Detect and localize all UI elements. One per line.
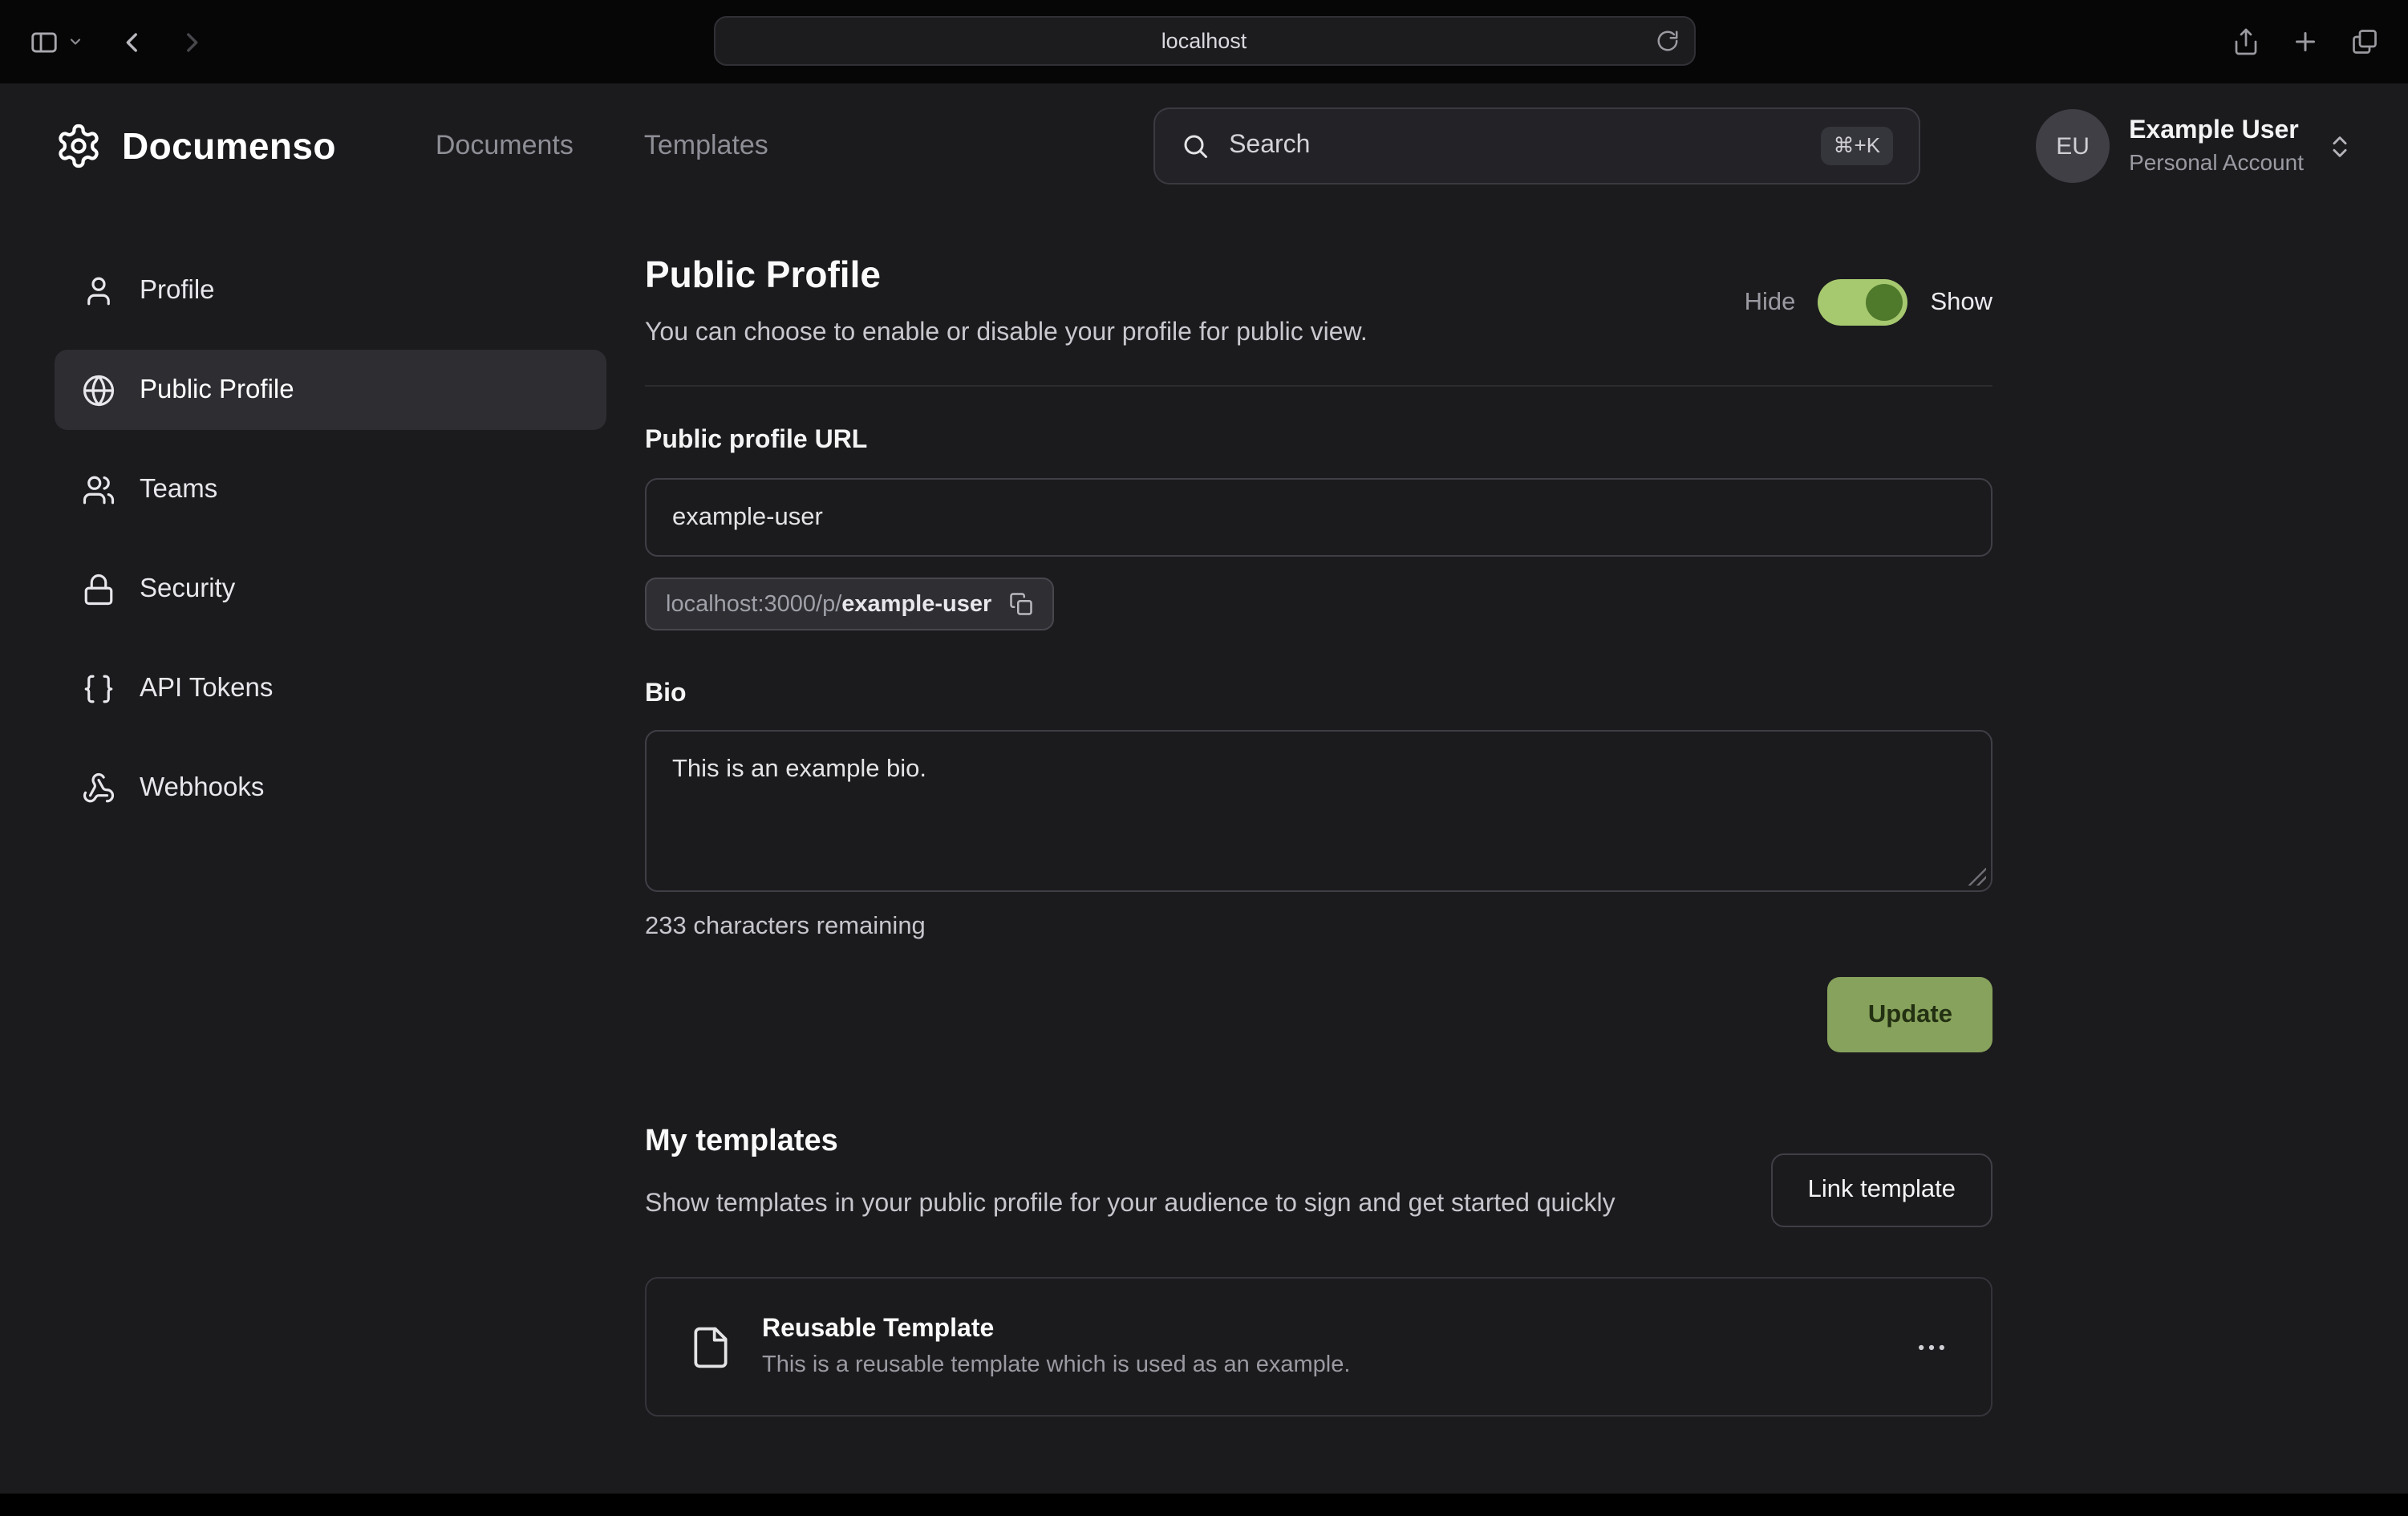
app-body: Profile Public Profile Teams [0,209,2408,1417]
lock-icon [82,572,116,606]
app-header: Documenso Documents Templates ⌘+K EU Exa… [0,83,2408,209]
avatar: EU [2036,109,2110,183]
bio-field-wrap: This is an example bio. [645,730,1992,892]
sidebar-item-label: Security [140,574,235,604]
search-input[interactable] [1229,132,1801,160]
browser-nav-controls [29,26,205,57]
window-bottom-edge [0,1494,2408,1516]
templates-description: Show templates in your public profile fo… [645,1184,1615,1226]
sidebar-item-label: Public Profile [140,375,294,405]
sidebar-item-webhooks[interactable]: Webhooks [55,748,606,828]
sidebar-item-label: Teams [140,474,217,505]
account-info: Example User Personal Account [2129,115,2304,177]
search-icon [1181,132,1210,160]
template-list-item: Reusable Template This is a reusable tem… [645,1277,1992,1417]
characters-remaining: 233 characters remaining [645,913,1992,942]
page-subtitle: You can choose to enable or disable your… [645,319,1368,348]
template-name: Reusable Template [762,1315,1350,1344]
sidebar-item-label: Webhooks [140,772,264,803]
my-templates-section: My templates Show templates in your publ… [645,1125,1992,1417]
webhook-icon [82,771,116,805]
sidebar-item-teams[interactable]: Teams [55,449,606,529]
user-icon [82,274,116,307]
sidebar-item-label: API Tokens [140,673,273,703]
page-heading-block: Public Profile You can choose to enable … [645,253,1368,348]
documenso-logo-icon [55,122,103,170]
link-template-button[interactable]: Link template [1771,1153,1992,1227]
sidebar-toggle-icon[interactable] [29,26,59,57]
back-button[interactable] [119,28,146,55]
share-icon[interactable] [2232,27,2260,56]
templates-heading-block: My templates Show templates in your publ… [645,1125,1615,1226]
settings-sidebar: Profile Public Profile Teams [55,209,606,1417]
visibility-toggle-group: Hide Show [1745,279,1992,326]
hide-label: Hide [1745,288,1796,317]
account-name: Example User [2129,115,2304,148]
sidebar-item-api-tokens[interactable]: API Tokens [55,648,606,728]
toggle-knob [1866,284,1903,321]
forward-button[interactable] [178,28,205,55]
sidebar-item-security[interactable]: Security [55,549,606,629]
chevron-down-icon[interactable] [67,34,83,50]
file-icon [688,1324,733,1369]
browser-window-controls [2232,27,2379,56]
address-url: localhost [1161,29,1247,53]
sidebar-item-label: Profile [140,275,215,306]
search-shortcut-badge: ⌘+K [1821,127,1894,165]
profile-url-preview[interactable]: localhost:3000/p/example-user [645,578,1054,630]
account-type: Personal Account [2129,148,2304,177]
public-profile-url-input[interactable] [645,478,1992,557]
nav-templates[interactable]: Templates [644,130,768,162]
braces-icon [82,671,116,705]
url-preview-text: localhost:3000/p/example-user [666,591,991,617]
bio-textarea[interactable]: This is an example bio. [645,730,1992,892]
template-description: This is a reusable template which is use… [762,1352,1350,1378]
screen: localhost Documenso [0,0,2408,1516]
profile-visibility-toggle[interactable] [1818,279,1907,326]
brand-name: Documenso [122,124,336,168]
public-profile-settings: Public Profile You can choose to enable … [645,209,1992,1417]
browser-chrome: localhost [0,0,2408,83]
divider [645,385,1992,387]
page-title: Public Profile [645,253,1368,297]
search-bar[interactable]: ⌘+K [1153,107,1920,184]
url-field-label: Public profile URL [645,427,1992,456]
show-label: Show [1930,288,1992,317]
copy-icon[interactable] [1009,592,1033,616]
users-icon [82,472,116,506]
sidebar-item-profile[interactable]: Profile [55,250,606,330]
bio-field-label: Bio [645,680,1992,709]
reload-icon[interactable] [1655,29,1679,53]
new-tab-icon[interactable] [2291,27,2320,56]
main-nav: Documents Templates [436,130,768,162]
chevrons-up-down-icon [2326,132,2353,160]
address-bar[interactable]: localhost [713,16,1695,66]
template-info: Reusable Template This is a reusable tem… [762,1315,1350,1378]
nav-documents[interactable]: Documents [436,130,574,162]
templates-title: My templates [645,1125,1615,1160]
ellipsis-menu-icon[interactable] [1914,1329,1949,1364]
sidebar-item-public-profile[interactable]: Public Profile [55,350,606,430]
brand[interactable]: Documenso [55,122,336,170]
tab-overview-icon[interactable] [2350,27,2379,56]
update-button[interactable]: Update [1828,977,1992,1052]
globe-icon [82,373,116,407]
account-menu[interactable]: EU Example User Personal Account [2036,109,2353,183]
app-window: Documenso Documents Templates ⌘+K EU Exa… [0,83,2408,1494]
